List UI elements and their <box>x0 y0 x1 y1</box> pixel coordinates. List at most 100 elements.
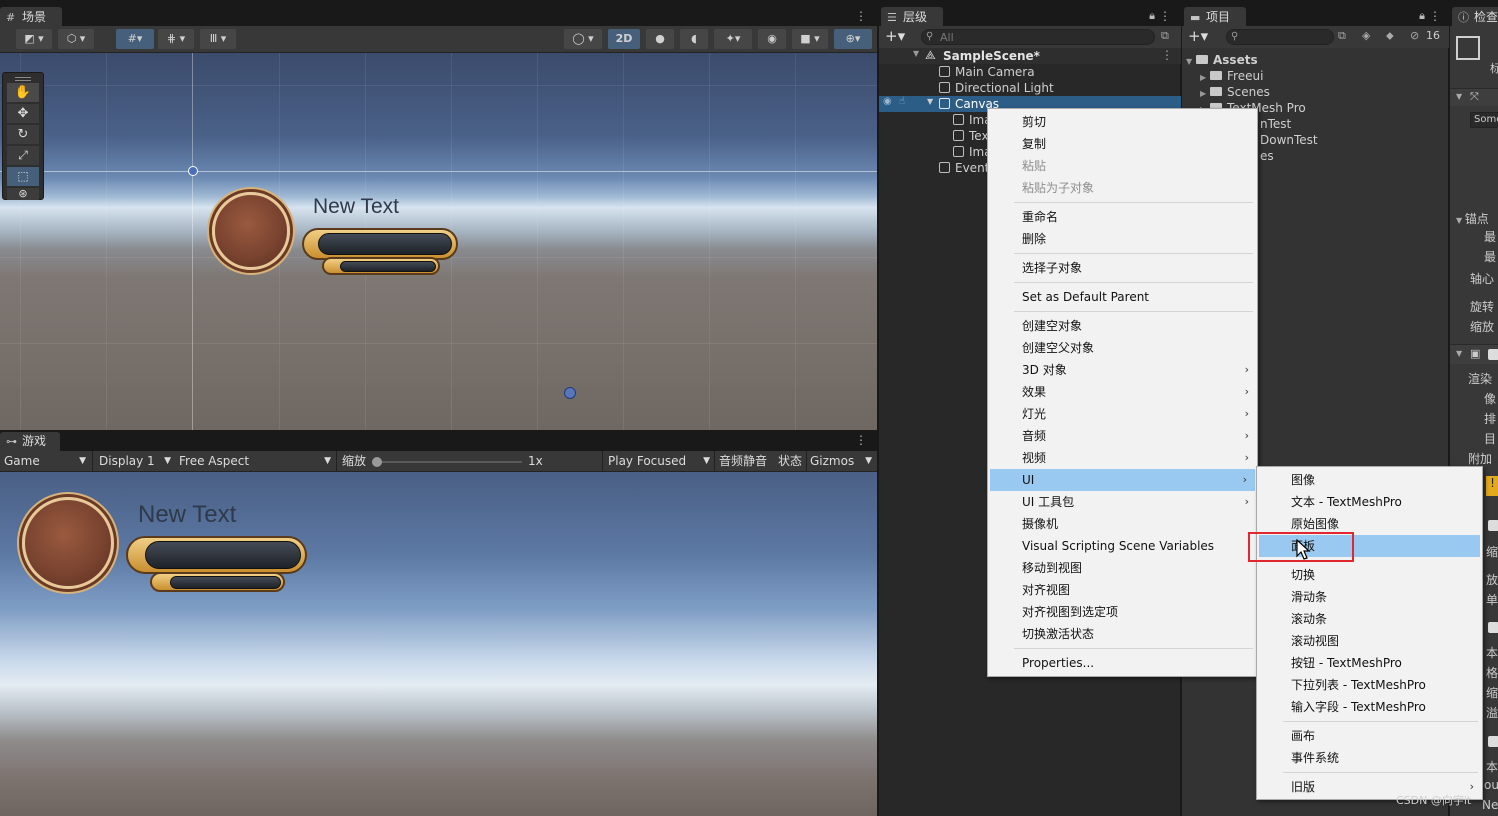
ui-submenu-item[interactable]: 按钮 - TextMeshPro <box>1257 652 1482 674</box>
tab-inspector[interactable]: ⓘ 检查 <box>1452 7 1498 28</box>
tab-game[interactable]: ⊶ 游戏 <box>0 432 60 451</box>
context-menu-item[interactable]: 移动到视图 <box>988 557 1257 579</box>
shading-button[interactable]: ◯ ▾ <box>564 29 602 49</box>
component-enabled-checkbox[interactable] <box>1488 349 1498 360</box>
ui-submenu-item[interactable]: 文本 - TextMeshPro <box>1257 491 1482 513</box>
2d-toggle-button[interactable]: 2D <box>608 29 640 49</box>
gizmos-dropdown[interactable]: Gizmos ▼ <box>810 453 874 470</box>
context-menu-item[interactable]: 重命名 <box>988 206 1257 228</box>
display-dropdown[interactable]: Display 1 ▼ <box>99 453 171 470</box>
context-menu-item[interactable]: UI 工具包 › <box>988 491 1257 513</box>
project-item-es[interactable]: es <box>1260 148 1274 164</box>
context-menu-item[interactable]: Set as Default Parent <box>988 286 1257 308</box>
rotate-tool-icon[interactable]: ↻ <box>7 125 39 144</box>
gizmos-icon[interactable]: ⊕▾ <box>834 29 872 49</box>
health-bar[interactable] <box>302 228 458 260</box>
context-menu-item[interactable]: 3D 对象 › <box>988 359 1257 381</box>
context-menu-item[interactable]: 视频 › <box>988 447 1257 469</box>
hierarchy-item-image-2[interactable]: Ima <box>953 144 992 160</box>
game-more-menu-icon[interactable]: ⋮ <box>855 433 867 447</box>
portrait-image[interactable] <box>212 192 290 270</box>
scene-viewport[interactable]: New Text ✋ ✥ ↻ ⤢ ⬚ ⊛ <box>0 53 877 430</box>
inspector-checkbox[interactable] <box>1488 622 1498 633</box>
hidden-objects-icon[interactable]: ◉ <box>758 29 786 49</box>
ui-submenu-item[interactable]: 下拉列表 - TextMeshPro <box>1257 674 1482 696</box>
search-filter-icon[interactable]: ⧉ <box>1161 29 1169 43</box>
scale-tool-icon[interactable]: ⤢ <box>7 146 39 165</box>
rect-tool-icon[interactable]: ⬚ <box>7 167 39 186</box>
context-menu-item[interactable]: 创建空父对象 <box>988 337 1257 359</box>
search-by-type-icon[interactable]: ⧉ <box>1338 29 1346 43</box>
project-folder-scenes[interactable]: ▶ Scenes <box>1200 84 1270 100</box>
context-menu-item[interactable]: 对齐视图到选定项 <box>988 601 1257 623</box>
scene-more-icon[interactable]: ⋮ <box>1161 48 1173 62</box>
anchors-label[interactable]: ▼ 锚点 <box>1456 210 1489 227</box>
mute-audio-button[interactable]: 音频静音 <box>719 453 767 470</box>
ruler-button[interactable]: Ⅲ ▾ <box>200 29 236 49</box>
pivot-handle[interactable] <box>564 387 576 399</box>
project-add-button[interactable]: +▾ <box>1188 27 1208 45</box>
context-menu-item[interactable]: 灯光 › <box>988 403 1257 425</box>
lock-icon[interactable]: 🔒︎ <box>1149 9 1155 23</box>
canvas-corner-handle[interactable] <box>188 166 198 176</box>
hierarchy-item-main-camera[interactable]: Main Camera <box>939 64 1035 80</box>
ui-submenu-item[interactable]: 切换 <box>1257 564 1482 586</box>
context-menu-item[interactable]: UI › <box>990 469 1255 491</box>
context-menu-item[interactable]: 切换激活状态 <box>988 623 1257 645</box>
mana-bar[interactable] <box>322 257 440 275</box>
rect-transform-header[interactable]: ▼ ⤧ <box>1450 88 1498 106</box>
project-item-ntest[interactable]: nTest <box>1260 116 1291 132</box>
game-view-dropdown[interactable]: Game ▼ <box>4 453 88 470</box>
hierarchy-item-text[interactable]: Tex <box>953 128 989 144</box>
transform-tool-icon[interactable]: ⊛ <box>7 188 39 200</box>
move-tool-icon[interactable]: ✥ <box>7 104 39 123</box>
increment-snap-button[interactable]: ⋕ ▾ <box>158 29 194 49</box>
hierarchy-item-eventsystem[interactable]: Event <box>939 160 989 176</box>
context-menu-item[interactable]: 效果 › <box>988 381 1257 403</box>
audio-icon[interactable]: ◖ <box>680 29 708 49</box>
project-folder-assets[interactable]: ▼ Assets <box>1186 52 1258 68</box>
ui-submenu-item[interactable]: 滑动条 <box>1257 586 1482 608</box>
scene-row[interactable]: ▼ ⟁ SampleScene* ⋮ <box>879 48 1181 64</box>
search-by-label-icon[interactable]: ◈ <box>1362 29 1370 42</box>
hierarchy-more-icon[interactable]: ⋮ <box>1159 9 1171 23</box>
add-object-button[interactable]: +▾ <box>885 27 905 45</box>
grid-snap-button[interactable]: #▾ <box>116 29 154 49</box>
context-menu-item[interactable]: 选择子对象 <box>988 257 1257 279</box>
context-menu-item[interactable]: 剪切 <box>988 111 1257 133</box>
pickable-icon[interactable]: ☝ <box>899 96 905 107</box>
game-viewport[interactable]: New Text <box>0 472 877 816</box>
hierarchy-search-input[interactable]: ⚲ All <box>921 29 1155 45</box>
context-menu-item[interactable]: 删除 <box>988 228 1257 250</box>
tab-scene[interactable]: # 场景 <box>0 7 62 28</box>
ui-submenu-item[interactable]: 图像 <box>1257 469 1482 491</box>
ui-submenu-item[interactable]: 画布 <box>1257 725 1482 747</box>
project-search-input[interactable]: ⚲ <box>1226 29 1334 45</box>
project-more-icon[interactable]: ⋮ <box>1429 9 1441 23</box>
play-focused-dropdown[interactable]: Play Focused ▼ <box>608 453 712 470</box>
more-menu-icon[interactable]: ⋮ <box>855 9 867 23</box>
tab-project[interactable]: ▬ 项目 <box>1184 7 1246 28</box>
stats-button[interactable]: 状态 <box>778 453 802 470</box>
ui-submenu-item[interactable]: 滚动条 <box>1257 608 1482 630</box>
hidden-packages-icon[interactable]: ⊘ <box>1410 29 1419 42</box>
canvas-renderer-header[interactable]: ▼ ▣ <box>1450 344 1498 364</box>
context-menu-item[interactable]: 创建空对象 <box>988 315 1257 337</box>
inspector-checkbox[interactable] <box>1488 736 1498 747</box>
draw-mode-button[interactable]: ◩ ▾ <box>16 29 52 49</box>
context-menu-item[interactable]: Visual Scripting Scene Variables <box>988 535 1257 557</box>
context-menu-item[interactable]: 摄像机 <box>988 513 1257 535</box>
ui-submenu-item[interactable]: 事件系统 <box>1257 747 1482 769</box>
scene-new-text[interactable]: New Text <box>313 195 399 219</box>
hand-tool-icon[interactable]: ✋ <box>7 83 39 102</box>
project-folder-freeui[interactable]: ▶ Freeui <box>1200 68 1263 84</box>
project-item-downtest[interactable]: DownTest <box>1260 132 1318 148</box>
ui-submenu-item[interactable]: 滚动视图 <box>1257 630 1482 652</box>
project-lock-icon[interactable]: 🔒︎ <box>1419 9 1425 23</box>
lighting-icon[interactable]: ● <box>646 29 674 49</box>
tab-hierarchy[interactable]: ☰ 层级 <box>881 7 943 28</box>
inspector-field-some[interactable]: Some <box>1470 112 1498 128</box>
context-menu-item[interactable]: 对齐视图 <box>988 579 1257 601</box>
inspector-checkbox[interactable] <box>1488 520 1498 531</box>
hierarchy-item-image-1[interactable]: Ima <box>953 112 992 128</box>
